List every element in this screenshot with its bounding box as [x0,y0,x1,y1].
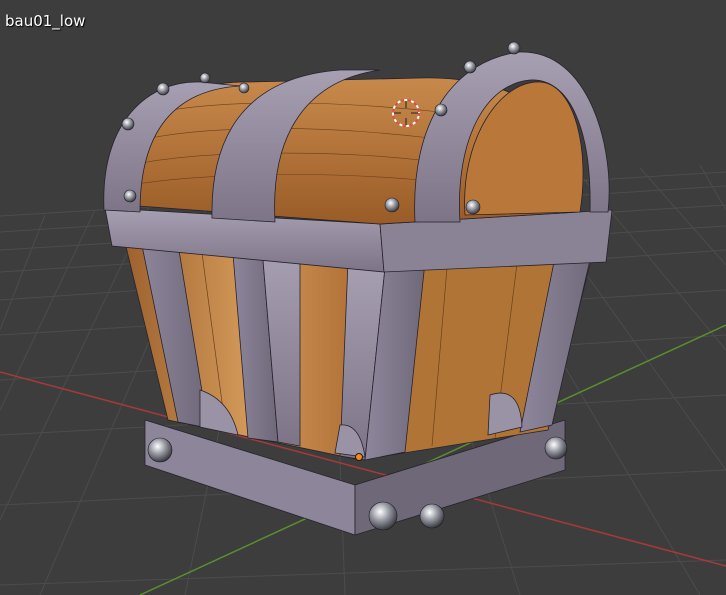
object-name-label: bau01_low [5,12,86,30]
3d-viewport[interactable]: bau01_low [0,0,726,595]
object-origin-icon [356,454,362,460]
viewport-canvas[interactable] [0,0,726,595]
treasure-chest-model[interactable] [103,41,613,536]
3d-cursor-icon[interactable] [390,97,422,129]
